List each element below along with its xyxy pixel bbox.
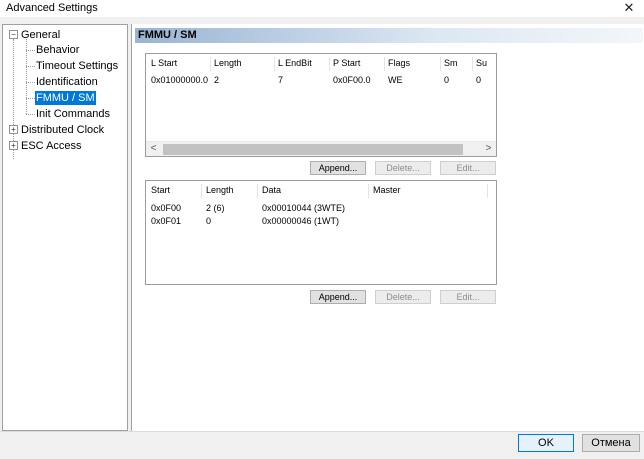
cell-su: 0: [476, 75, 482, 85]
fmmu-edit-button[interactable]: Edit...: [440, 161, 496, 175]
tree-item-distributed-clock[interactable]: Distributed Clock: [20, 123, 105, 137]
cell-l-endbit: 7: [278, 75, 284, 85]
horizontal-scrollbar[interactable]: < >: [146, 141, 496, 156]
column-header[interactable]: Master: [373, 185, 401, 195]
column-header[interactable]: Flags: [388, 58, 410, 68]
sm-delete-button[interactable]: Delete...: [375, 290, 431, 304]
cell-start: 0x0F00: [151, 203, 182, 213]
ok-button[interactable]: OK: [518, 434, 574, 452]
column-separator[interactable]: [210, 57, 211, 71]
sm-edit-button[interactable]: Edit...: [440, 290, 496, 304]
scroll-thumb[interactable]: [163, 144, 463, 155]
column-separator[interactable]: [329, 57, 330, 71]
cell-data: 0x00010044 (3WTE): [262, 203, 346, 213]
column-separator[interactable]: [201, 184, 202, 198]
close-icon[interactable]: ✕: [622, 0, 636, 16]
column-separator[interactable]: [384, 57, 385, 71]
column-header[interactable]: Data: [262, 185, 281, 195]
sm-append-button[interactable]: Append...: [310, 290, 366, 304]
tree-item-identification[interactable]: Identification: [35, 75, 99, 89]
tree-item-timeout-settings[interactable]: Timeout Settings: [35, 59, 119, 73]
tree-item-init-commands[interactable]: Init Commands: [35, 107, 111, 121]
content-panel: FMMU / SM L Start Length L EndBit P Star…: [131, 24, 644, 431]
tree-connector: [26, 66, 35, 67]
column-header[interactable]: Length: [206, 185, 234, 195]
cell-flags: WE: [388, 75, 403, 85]
column-header[interactable]: Sm: [444, 58, 458, 68]
column-header[interactable]: Start: [151, 185, 170, 195]
column-separator[interactable]: [487, 184, 488, 198]
column-header[interactable]: Su: [476, 58, 487, 68]
tree-connector: [26, 82, 35, 83]
scroll-left-icon[interactable]: <: [146, 142, 161, 157]
cell-p-start: 0x0F00.0: [333, 75, 371, 85]
tree-connector: [26, 98, 35, 99]
cell-length: 0: [206, 216, 212, 226]
fmmu-append-button[interactable]: Append...: [310, 161, 366, 175]
collapse-icon[interactable]: −: [9, 30, 18, 39]
settings-tree: − General Behavior Timeout Settings Iden…: [2, 24, 128, 431]
cell-sm: 0: [444, 75, 450, 85]
tree-item-fmmu-sm[interactable]: FMMU / SM: [35, 91, 96, 105]
column-separator[interactable]: [257, 184, 258, 198]
fmmu-delete-button[interactable]: Delete...: [375, 161, 431, 175]
column-header[interactable]: L EndBit: [278, 58, 312, 68]
cell-l-start: 0x01000000.0: [151, 75, 209, 85]
column-header[interactable]: L Start: [151, 58, 177, 68]
column-header[interactable]: P Start: [333, 58, 360, 68]
title-bar: Advanced Settings ✕: [0, 0, 644, 17]
divider: [0, 431, 644, 432]
column-header[interactable]: Length: [214, 58, 242, 68]
cell-length: 2 (6): [206, 203, 225, 213]
tree-connector: [26, 114, 35, 115]
cell-data: 0x00000046 (1WT): [262, 216, 340, 226]
cell-start: 0x0F01: [151, 216, 182, 226]
column-separator[interactable]: [440, 57, 441, 71]
tree-item-esc-access[interactable]: ESC Access: [20, 139, 83, 153]
fmmu-list[interactable]: L Start Length L EndBit P Start Flags Sm…: [145, 53, 497, 157]
window-title: Advanced Settings: [6, 2, 98, 14]
column-separator[interactable]: [274, 57, 275, 71]
tree-item-general[interactable]: General: [20, 28, 61, 42]
expand-icon[interactable]: +: [9, 141, 18, 150]
cancel-button[interactable]: Отмена: [582, 434, 640, 452]
section-title: FMMU / SM: [135, 28, 643, 43]
sm-list[interactable]: Start Length Data Master 0x0F00 2 (6) 0x…: [145, 180, 497, 285]
scroll-right-icon[interactable]: >: [481, 142, 496, 157]
tree-connector: [26, 50, 35, 51]
column-separator[interactable]: [472, 57, 473, 71]
cell-length: 2: [214, 75, 220, 85]
expand-icon[interactable]: +: [9, 125, 18, 134]
column-separator[interactable]: [368, 184, 369, 198]
tree-item-behavior[interactable]: Behavior: [35, 43, 80, 57]
